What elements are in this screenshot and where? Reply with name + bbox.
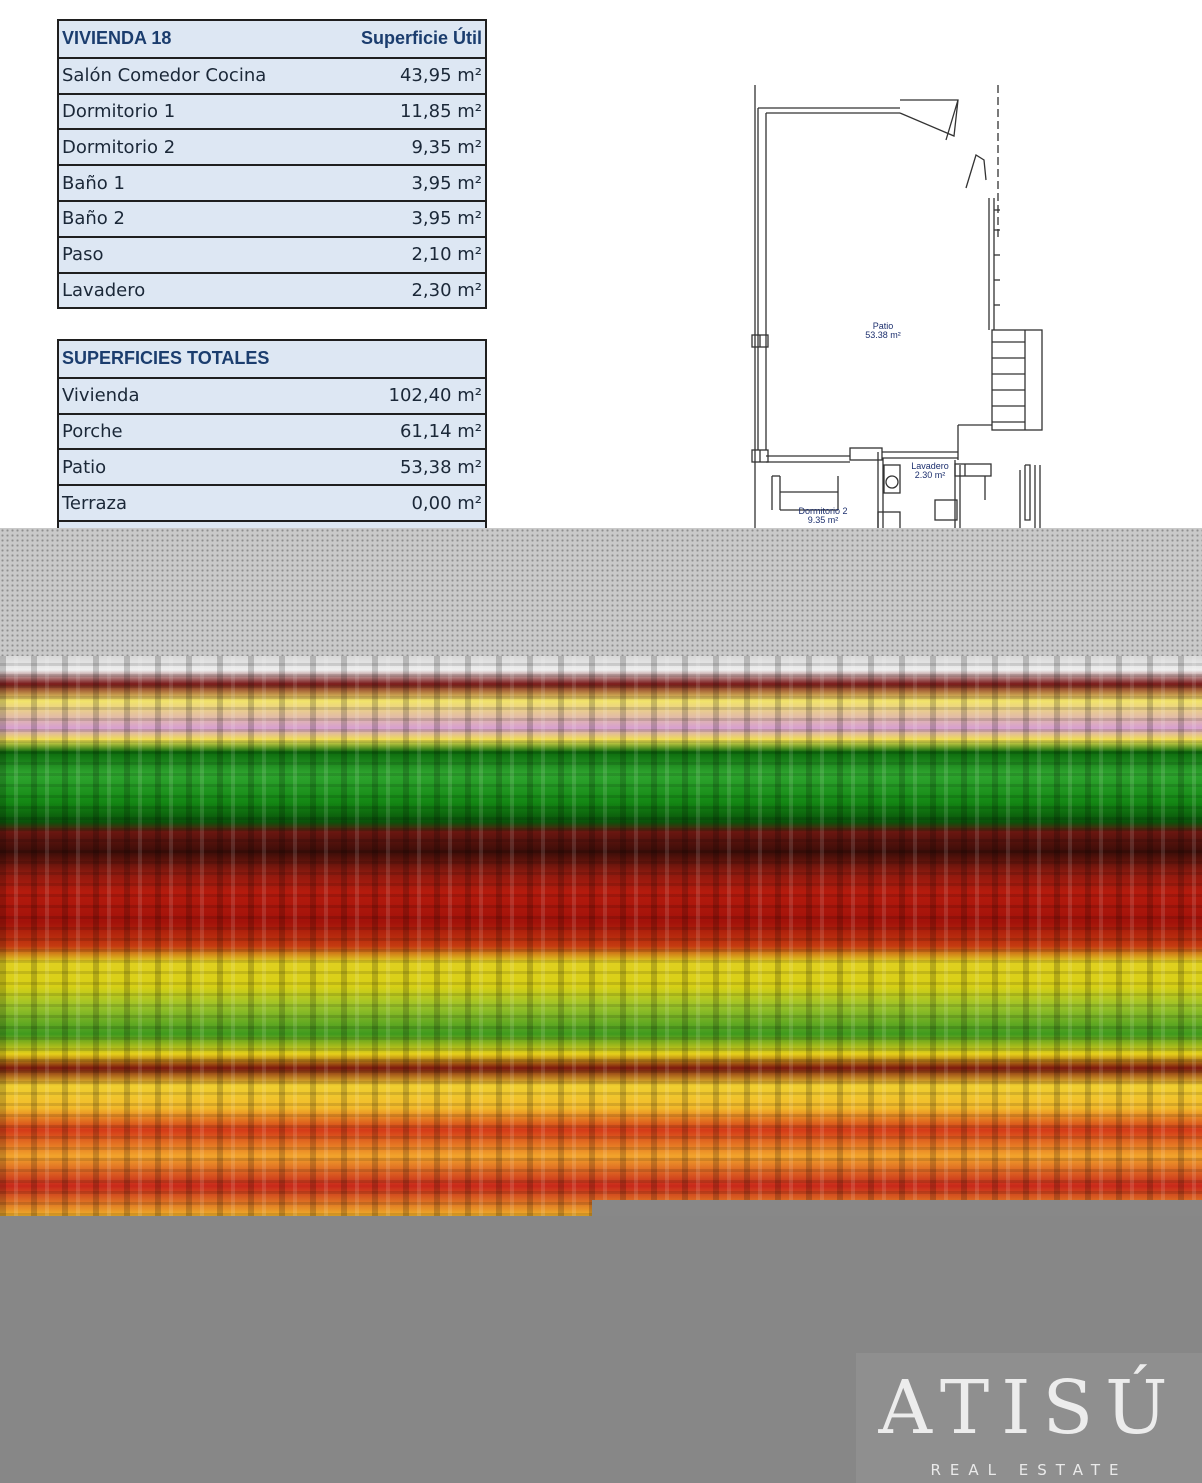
table-header-row: SUPERFICIES TOTALES bbox=[59, 341, 485, 377]
dormitorio-area: 9.35 m² bbox=[808, 515, 839, 525]
room-label: Lavadero bbox=[62, 279, 146, 301]
room-area: 2,10 m² bbox=[411, 244, 482, 266]
room-area: 11,85 m² bbox=[399, 100, 482, 122]
floor-plan-drawing: Patio 53.38 m² Lavadero 2.30 m² Dormitor… bbox=[751, 85, 1043, 535]
room-area: 2,30 m² bbox=[411, 279, 482, 301]
table-title: VIVIENDA 18 bbox=[62, 28, 172, 49]
room-label: Paso bbox=[62, 244, 104, 266]
table-row: Dormitorio 1 11,85 m² bbox=[59, 92, 485, 129]
table-row: Lavadero 2,30 m² bbox=[59, 271, 485, 308]
table-row: Baño 1 3,95 m² bbox=[59, 164, 485, 200]
table-header-row: VIVIENDA 18 Superficie Útil bbox=[59, 21, 485, 57]
table-row: Patio 53,38 m² bbox=[59, 448, 485, 485]
table-column-header: Superficie Útil bbox=[360, 28, 482, 49]
table-row: Terraza 0,00 m² bbox=[59, 484, 485, 520]
table-row: Dormitorio 2 9,35 m² bbox=[59, 128, 485, 165]
total-label: Porche bbox=[62, 420, 123, 442]
table-row: Salón Comedor Cocina 43,95 m² bbox=[59, 56, 485, 93]
table-row: Porche 61,14 m² bbox=[59, 412, 485, 449]
total-label: Terraza bbox=[62, 492, 128, 514]
lavadero-area: 2.30 m² bbox=[915, 470, 946, 480]
total-label: Patio bbox=[62, 456, 107, 478]
total-area: 0,00 m² bbox=[411, 492, 482, 514]
room-label: Dormitorio 1 bbox=[62, 100, 176, 122]
floor-plan: Patio 53.38 m² Lavadero 2.30 m² Dormitor… bbox=[740, 80, 1060, 535]
room-label: Baño 2 bbox=[62, 208, 125, 230]
table-row: Paso 2,10 m² bbox=[59, 235, 485, 272]
surface-table-vivienda: VIVIENDA 18 Superficie Útil Salón Comedo… bbox=[57, 19, 487, 310]
total-area: 61,14 m² bbox=[399, 420, 482, 442]
room-label: Baño 1 bbox=[62, 172, 125, 194]
room-area: 43,95 m² bbox=[399, 65, 482, 87]
corrupted-region-grey bbox=[0, 528, 1202, 656]
room-area: 3,95 m² bbox=[411, 172, 482, 194]
table-title: SUPERFICIES TOTALES bbox=[62, 348, 270, 369]
patio-area: 53.38 m² bbox=[865, 330, 901, 340]
total-area: 102,40 m² bbox=[388, 385, 482, 407]
room-label: Dormitorio 2 bbox=[62, 136, 176, 158]
surface-table-totals: SUPERFICIES TOTALES Vivienda 102,40 m² P… bbox=[57, 339, 487, 536]
room-label: Salón Comedor Cocina bbox=[62, 65, 267, 87]
logo-tagline: REAL ESTATE bbox=[930, 1461, 1128, 1479]
total-label: Vivienda bbox=[62, 385, 140, 407]
atisu-logo-watermark: ATISÚ REAL ESTATE bbox=[856, 1353, 1202, 1483]
room-area: 9,35 m² bbox=[411, 136, 482, 158]
room-area: 3,95 m² bbox=[411, 208, 482, 230]
table-row: Vivienda 102,40 m² bbox=[59, 376, 485, 413]
logo-brand-text: ATISÚ bbox=[878, 1365, 1180, 1451]
table-row: Baño 2 3,95 m² bbox=[59, 199, 485, 236]
corrupted-region-edge bbox=[592, 1200, 1202, 1216]
total-area: 53,38 m² bbox=[399, 456, 482, 478]
corrupted-region-color bbox=[0, 656, 1202, 1216]
